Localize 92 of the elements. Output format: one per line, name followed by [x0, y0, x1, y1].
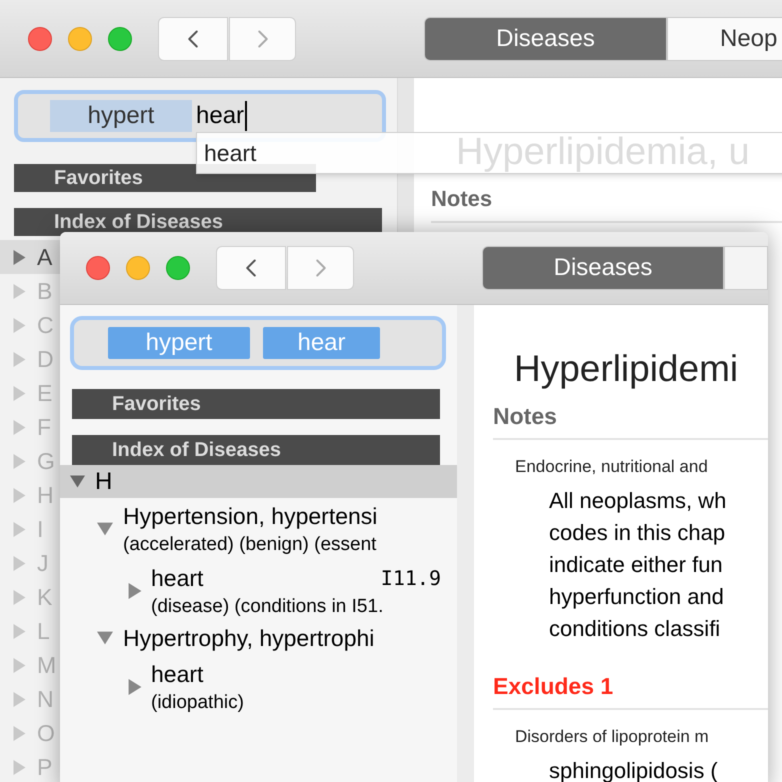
entry-title[interactable]: Hypertension, hypertensi — [123, 500, 378, 532]
collapsed-triangle-icon[interactable] — [12, 386, 27, 400]
expanded-triangle-icon[interactable] — [97, 630, 113, 646]
letter-label: O — [37, 718, 55, 748]
search-token[interactable]: hear — [263, 327, 380, 359]
letter-row[interactable]: D — [0, 342, 60, 376]
collapsed-triangle-icon[interactable] — [12, 284, 27, 298]
letter-row[interactable]: F — [0, 410, 60, 444]
close-button[interactable] — [86, 256, 110, 280]
collapsed-triangle-icon[interactable] — [12, 658, 27, 672]
entry-subtitle: (accelerated) (benign) (essent — [123, 533, 378, 557]
letter-row[interactable]: B — [0, 274, 60, 308]
letter-label: A — [37, 242, 52, 272]
letter-label: I — [37, 514, 44, 544]
forward-button[interactable] — [287, 246, 354, 290]
letter-row[interactable]: E — [0, 376, 60, 410]
collapsed-triangle-icon[interactable] — [12, 522, 27, 536]
letter-row[interactable]: O — [0, 716, 60, 750]
collapsed-triangle-icon[interactable] — [127, 583, 143, 599]
letter-label: D — [37, 344, 54, 374]
splitter-bar[interactable] — [457, 305, 474, 782]
back-button[interactable] — [216, 246, 286, 290]
note-paragraph: All neoplasms, wh codes in this chap indicate either fun hyperfunction and conditions classifi — [549, 487, 726, 643]
source-text: Endocrine, nutritional and — [515, 456, 709, 478]
entry-title[interactable]: Hypertrophy, hypertrophi — [123, 622, 374, 654]
section-header[interactable]: Index of Diseases — [72, 435, 440, 465]
collapsed-triangle-icon[interactable] — [12, 590, 27, 604]
search-field[interactable]: hypert hear — [14, 90, 386, 142]
collapsed-triangle-icon[interactable] — [127, 679, 143, 695]
entry-title[interactable]: heart — [151, 562, 204, 594]
letter-label: H — [37, 480, 54, 510]
section-heading: Notes — [493, 403, 557, 429]
document-title: Hyperlipidemi — [514, 347, 740, 391]
collapsed-triangle-icon[interactable] — [12, 250, 27, 264]
collapsed-triangle-icon[interactable] — [12, 624, 27, 638]
collapsed-triangle-icon[interactable] — [12, 556, 27, 570]
collapsed-triangle-icon[interactable] — [12, 488, 27, 502]
entry-subtitle: (disease) (conditions in I51. — [151, 595, 384, 619]
minimize-button[interactable] — [68, 26, 92, 50]
letter-row[interactable]: K — [0, 580, 60, 614]
close-button[interactable] — [28, 26, 52, 50]
collapsed-triangle-icon[interactable] — [12, 760, 27, 774]
letter-row[interactable]: H — [0, 478, 60, 512]
letter-label: E — [37, 378, 52, 408]
collapsed-triangle-icon[interactable] — [12, 420, 27, 434]
search-token[interactable]: hypert — [50, 100, 192, 132]
entry-title[interactable]: heart — [151, 658, 204, 690]
expanded-triangle-icon[interactable] — [70, 474, 85, 489]
collapsed-triangle-icon[interactable] — [12, 726, 27, 740]
minimize-button[interactable] — [126, 256, 150, 280]
entry-subtitle: (idiopathic) — [151, 691, 245, 715]
letter-label: P — [37, 752, 52, 782]
letter-label: M — [37, 650, 56, 680]
collapsed-triangle-icon[interactable] — [12, 692, 27, 706]
letter-label: K — [37, 582, 52, 612]
section-heading: Excludes 1 — [493, 673, 614, 699]
back-button[interactable] — [158, 16, 228, 60]
tab[interactable] — [724, 246, 768, 290]
letter-row[interactable]: A — [0, 240, 60, 274]
source-text: Disorders of lipoprotein m — [515, 726, 710, 748]
letter-row[interactable]: C — [0, 308, 60, 342]
code-label: I11.9 — [380, 565, 441, 592]
letter-row[interactable]: N — [0, 682, 60, 716]
letter-label: G — [37, 446, 55, 476]
letter-label: N — [37, 684, 54, 714]
letter-label: L — [37, 616, 50, 646]
zoom-button[interactable] — [166, 256, 190, 280]
letter-label: J — [37, 548, 48, 578]
letter-row[interactable]: G — [0, 444, 60, 478]
search-field[interactable]: hypert hear — [70, 316, 446, 370]
forward-button[interactable] — [229, 16, 296, 60]
letter-row[interactable]: P — [0, 750, 60, 782]
letter-row[interactable]: J — [0, 546, 60, 580]
collapsed-triangle-icon[interactable] — [12, 454, 27, 468]
collapsed-triangle-icon[interactable] — [12, 352, 27, 366]
tab[interactable]: Diseases — [482, 246, 724, 290]
letter-label: C — [37, 310, 54, 340]
collapsed-triangle-icon[interactable] — [12, 318, 27, 332]
letter-row[interactable]: I — [0, 512, 60, 546]
letter-row[interactable]: M — [0, 648, 60, 682]
letter-row[interactable]: L — [0, 614, 60, 648]
section-header[interactable]: Favorites — [72, 389, 440, 419]
tree-group-row[interactable]: H — [60, 465, 457, 498]
letter-label: B — [37, 276, 52, 306]
expanded-triangle-icon[interactable] — [97, 521, 113, 537]
zoom-button[interactable] — [108, 26, 132, 50]
group-label: H — [95, 466, 112, 496]
search-token[interactable]: hypert — [108, 327, 250, 359]
letter-label: F — [37, 412, 52, 442]
tab[interactable]: Neop — [667, 16, 782, 60]
tab[interactable]: Diseases — [424, 16, 667, 60]
section-heading: Notes — [431, 182, 782, 223]
